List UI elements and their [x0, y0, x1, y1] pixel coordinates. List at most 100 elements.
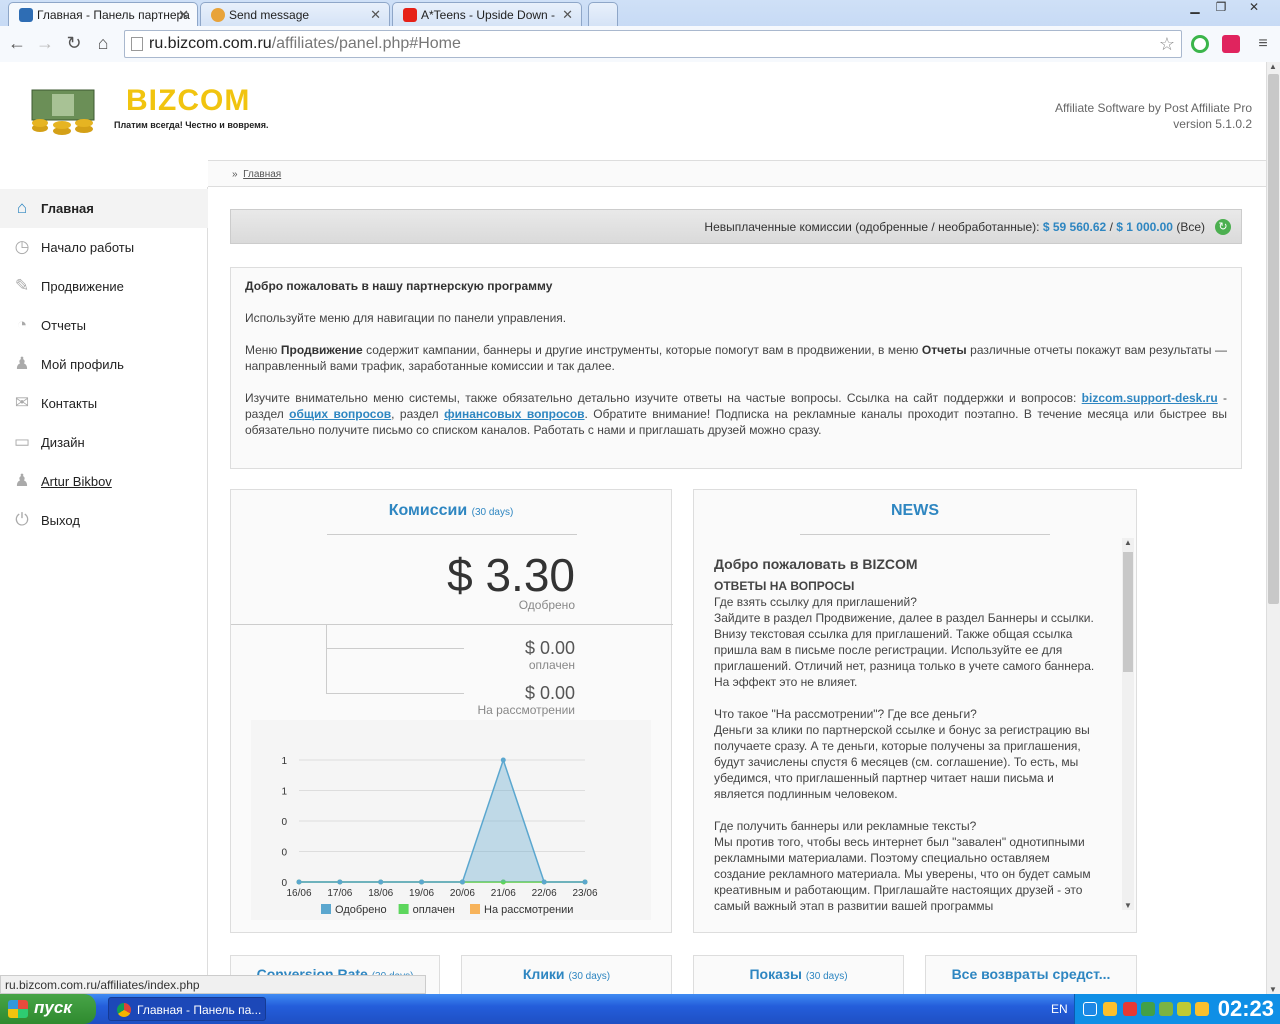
- bold-text: Отчеты: [921, 343, 967, 357]
- address-bar[interactable]: ru.bizcom.com.ru/affiliates/panel.php#Ho…: [124, 30, 1182, 58]
- sidebar-item-label: Начало работы: [41, 240, 135, 255]
- news-answer: Мы против того, чтобы весь интернет был …: [714, 835, 1091, 913]
- bitcoin-favicon-icon: [211, 8, 225, 22]
- scroll-down-icon[interactable]: ▼: [1269, 985, 1277, 994]
- pending-value: $ 0.00: [524, 683, 575, 703]
- data-point: [541, 879, 547, 885]
- breadcrumb-home-link[interactable]: Главная: [243, 169, 281, 180]
- menu-icon[interactable]: ≡: [1252, 33, 1274, 55]
- pending-label: На рассмотрении: [477, 703, 575, 717]
- news-answer: Зайдите в раздел Продвижение, далее в ра…: [714, 611, 1095, 689]
- close-window-icon[interactable]: ✕: [1238, 0, 1270, 18]
- sidebar-item-getting-started[interactable]: ◷ Начало работы: [0, 228, 208, 267]
- sidebar-item-contacts[interactable]: ✉ Контакты: [0, 384, 208, 423]
- approved-amount: $ 59 560.62: [1042, 220, 1107, 234]
- reload-icon[interactable]: ↻: [63, 32, 85, 54]
- x-tick-label: 23/06: [572, 888, 597, 899]
- y-tick-label: 0: [281, 817, 287, 828]
- sidebar-item-design[interactable]: ▭ Дизайн: [0, 423, 208, 462]
- taskbar-item-browser[interactable]: Главная - Панель па...: [108, 997, 266, 1021]
- panel-title: Все возвраты средст...: [951, 966, 1111, 982]
- legend-swatch: [470, 904, 480, 914]
- x-tick-label: 22/06: [532, 888, 557, 899]
- url-path: /affiliates/panel.php#Home: [271, 35, 461, 52]
- panel-period: (30 days): [471, 507, 514, 518]
- bookmark-star-icon[interactable]: ☆: [1159, 31, 1175, 57]
- restore-icon[interactable]: ❐: [1210, 0, 1232, 18]
- page-icon: [131, 37, 143, 51]
- approved-label: Одобрено: [518, 598, 575, 612]
- tab-panel[interactable]: Главная - Панель партнера ✕: [8, 2, 198, 27]
- start-label: пуск: [34, 998, 72, 1017]
- windows-logo-icon: [8, 1000, 28, 1018]
- scrollbar-thumb[interactable]: [1268, 74, 1279, 604]
- divider: [326, 648, 464, 649]
- scrollbar-thumb[interactable]: [1123, 552, 1133, 672]
- back-icon[interactable]: ←: [6, 32, 28, 54]
- finance-faq-link[interactable]: финансовых вопросов: [444, 407, 584, 421]
- new-tab-button[interactable]: [588, 2, 618, 26]
- paid-value: $ 0.00: [524, 638, 575, 658]
- tray-icon[interactable]: [1103, 1002, 1117, 1016]
- x-tick-label: 21/06: [491, 888, 516, 899]
- close-icon[interactable]: ✕: [370, 7, 381, 23]
- balance-suffix: (Все): [1176, 220, 1205, 234]
- sidebar-item-logout[interactable]: ⏻ Выход: [0, 501, 208, 540]
- tray-icon[interactable]: [1177, 1002, 1191, 1016]
- browser-toolbar: ← → ↻ ⌂ ru.bizcom.com.ru/affiliates/pane…: [0, 26, 1280, 62]
- tray-icon[interactable]: [1083, 1002, 1097, 1016]
- support-desk-link[interactable]: bizcom.support-desk.ru: [1082, 391, 1218, 405]
- extension-icon[interactable]: [1191, 35, 1209, 53]
- tab-title: Send message: [229, 8, 310, 22]
- logo-text: BIZCOM: [126, 84, 251, 117]
- sidebar-item-user[interactable]: ♟ Artur Bikbov: [0, 462, 208, 501]
- x-tick-label: 16/06: [286, 888, 311, 899]
- balance-label: Невыплаченные комиссии (одобренные / нео…: [704, 220, 1040, 234]
- tray-icon[interactable]: [1159, 1002, 1173, 1016]
- news-content: Добро пожаловать в BIZCOM ОТВЕТЫ НА ВОПР…: [714, 556, 1100, 914]
- language-indicator[interactable]: EN: [1051, 1002, 1068, 1016]
- sidebar-item-home[interactable]: ⌂ Главная: [0, 189, 208, 228]
- system-tray: EN 02:23: [1051, 994, 1280, 1024]
- welcome-box: Добро пожаловать в нашу партнерскую прог…: [230, 267, 1242, 469]
- data-point: [337, 879, 343, 885]
- tab-send-message[interactable]: Send message ✕: [200, 2, 390, 26]
- scroll-up-icon[interactable]: ▲: [1269, 62, 1277, 71]
- news-scrollbar[interactable]: ▲ ▼: [1122, 538, 1134, 910]
- paid-label: оплачен: [528, 658, 575, 672]
- breadcrumb: » Главная: [208, 160, 1266, 187]
- legend-label: оплачен: [413, 904, 455, 916]
- text: содержит кампании, баннеры и другие инст…: [362, 343, 922, 357]
- sidebar-item-promotion[interactable]: ✎ Продвижение: [0, 267, 208, 306]
- panel-period: (30 days): [568, 971, 611, 982]
- panel-title: Показы: [749, 966, 802, 982]
- divider: [326, 693, 464, 694]
- tray-icon[interactable]: [1141, 1002, 1155, 1016]
- browser-chrome: Главная - Панель партнера ✕ Send message…: [0, 0, 1280, 62]
- sidebar-item-profile[interactable]: ♟ Мой профиль: [0, 345, 208, 384]
- tab-youtube[interactable]: A*Teens - Upside Down - ✕: [392, 2, 582, 26]
- welcome-paragraph: Используйте меню для навигации по панели…: [245, 311, 567, 325]
- close-icon[interactable]: ✕: [178, 7, 189, 23]
- extension-icon[interactable]: [1222, 35, 1240, 53]
- start-button[interactable]: пуск: [0, 994, 96, 1024]
- forward-icon[interactable]: →: [34, 32, 56, 54]
- balance-separator: /: [1109, 220, 1113, 234]
- scroll-down-icon[interactable]: ▼: [1124, 901, 1132, 910]
- tray-icon[interactable]: [1123, 1002, 1137, 1016]
- tray-icon[interactable]: [1195, 1002, 1209, 1016]
- sidebar: ⌂ Главная ◷ Начало работы ✎ Продвижение …: [0, 187, 208, 994]
- scroll-up-icon[interactable]: ▲: [1124, 538, 1132, 547]
- pending-amount: $ 1 000.00: [1116, 220, 1173, 234]
- refunds-panel: Все возвраты средст...: [925, 955, 1137, 994]
- news-question: Где взять ссылку для приглашений?: [714, 595, 917, 609]
- credits-line: Affiliate Software by Post Affiliate Pro: [1055, 101, 1252, 115]
- refresh-icon[interactable]: ↻: [1215, 219, 1231, 235]
- page-scrollbar[interactable]: ▲ ▼: [1266, 62, 1280, 994]
- home-icon[interactable]: ⌂: [92, 32, 114, 54]
- general-faq-link[interactable]: общих вопросов: [289, 407, 391, 421]
- minimize-icon[interactable]: ▁: [1184, 0, 1206, 18]
- close-icon[interactable]: ✕: [562, 7, 573, 23]
- sidebar-item-reports[interactable]: ◔ Отчеты: [0, 306, 208, 345]
- sidebar-item-label: Продвижение: [41, 279, 124, 294]
